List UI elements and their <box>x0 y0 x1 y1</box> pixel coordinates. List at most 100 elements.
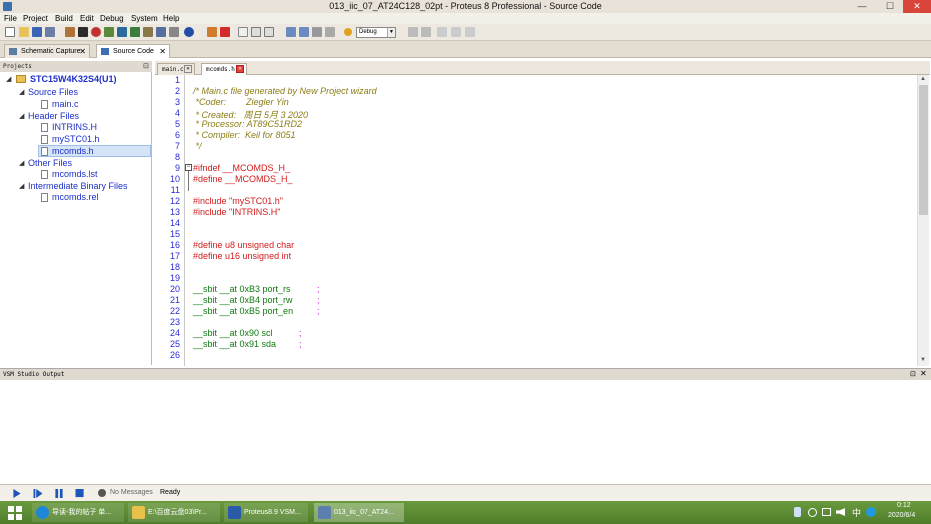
code-line-22[interactable]: __sbit __at 0xB5 port_en <box>193 306 293 316</box>
rebuild-icon[interactable] <box>299 27 309 37</box>
code-line-17[interactable]: #define u16 unsigned int <box>193 251 291 261</box>
project-root[interactable]: STC15W4K32S4(U1) <box>30 74 117 84</box>
design-notes-icon[interactable] <box>169 27 179 37</box>
file-intrins-h[interactable]: INTRINS.H <box>52 122 97 132</box>
step-icon[interactable] <box>33 489 43 498</box>
clock-time[interactable]: 0:12 <box>897 502 911 509</box>
file-main-c[interactable]: main.c <box>52 99 79 109</box>
folder-source-files[interactable]: Source Files <box>28 87 78 97</box>
code-line-3[interactable]: *Coder: Ziegler Yin <box>193 97 289 107</box>
scroll-up-icon[interactable]: ▲ <box>920 76 926 82</box>
collapse-icon[interactable]: ◢ <box>19 182 24 190</box>
tab-source-code[interactable]: Source Code ✕ <box>96 44 170 58</box>
minimize-button[interactable]: — <box>849 0 875 13</box>
close-tab-icon[interactable]: ✕ <box>236 65 244 73</box>
file-mcomds-h[interactable]: mcomds.h <box>52 146 94 156</box>
bom-icon[interactable] <box>156 27 166 37</box>
cut-icon[interactable] <box>437 27 447 37</box>
code-line-6[interactable]: * Compiler: Keil for 8051 <box>193 130 296 140</box>
menu-project[interactable]: Project <box>23 14 48 23</box>
windows-start-icon[interactable] <box>8 506 22 520</box>
fold-toggle-icon[interactable]: − <box>185 164 192 171</box>
ime-indicator[interactable]: 中 <box>852 506 861 519</box>
collapse-icon[interactable]: ◢ <box>19 88 24 96</box>
maximize-button[interactable]: ☐ <box>877 0 903 13</box>
taskbar-item-proteus[interactable]: 013_iic_07_AT24... <box>314 503 404 522</box>
code-line-16[interactable]: #define u8 unsigned char <box>193 240 294 250</box>
add-file-icon[interactable] <box>251 27 261 37</box>
new-document-icon[interactable] <box>238 27 248 37</box>
open-folder-icon[interactable] <box>19 27 29 37</box>
system-tray-icon[interactable] <box>808 508 817 517</box>
network-icon[interactable] <box>822 508 831 516</box>
scroll-down-icon[interactable]: ▼ <box>920 357 926 363</box>
settings-icon[interactable] <box>325 27 335 37</box>
taskbar-item-browser[interactable]: 导读-我的帖子 单... <box>32 503 124 522</box>
stop-simulation-icon[interactable] <box>75 489 85 498</box>
save-all-icon[interactable] <box>45 27 55 37</box>
code-line-21[interactable]: __sbit __at 0xB4 port_rw <box>193 295 293 305</box>
taskbar-item-word[interactable]: Proteus8.9 VSM... <box>224 503 308 522</box>
folder-header-files[interactable]: Header Files <box>28 111 79 121</box>
file-mcomds-rel[interactable]: mcomds.rel <box>52 192 99 202</box>
collapse-icon[interactable]: ◢ <box>6 75 11 83</box>
scrollbar-thumb[interactable] <box>919 85 928 215</box>
tab-main-c[interactable]: main.c ✕ <box>157 63 195 75</box>
close-icon[interactable]: ✕ <box>920 369 927 378</box>
tab-mcomds-h[interactable]: mcomds.h ✕ <box>201 63 247 75</box>
component-icon[interactable] <box>104 27 114 37</box>
gerber-icon[interactable] <box>143 27 153 37</box>
code-line-9[interactable]: #ifndef __MCOMDS_H_ <box>193 163 290 173</box>
menu-help[interactable]: Help <box>163 14 179 23</box>
build-project-icon[interactable] <box>286 27 296 37</box>
collapse-icon[interactable]: ◢ <box>19 112 24 120</box>
close-tab-icon[interactable]: ✕ <box>159 45 166 58</box>
close-tab-icon[interactable]: ✕ <box>79 45 86 58</box>
code-line-2[interactable]: /* Main.c file generated by New Project … <box>193 86 377 96</box>
messages-status[interactable]: No Messages <box>110 489 153 496</box>
taskbar-item-explorer[interactable]: E:\百度云盘03\Pr... <box>128 503 220 522</box>
menu-file[interactable]: File <box>4 14 17 23</box>
chevron-down-icon[interactable]: ▼ <box>387 28 395 37</box>
code-line-20[interactable]: __sbit __at 0xB3 port_rs <box>193 284 291 294</box>
menu-debug[interactable]: Debug <box>100 14 124 23</box>
clock-date[interactable]: 2020/6/4 <box>888 512 915 519</box>
folder-other-files[interactable]: Other Files <box>28 158 72 168</box>
clean-icon[interactable] <box>312 27 322 37</box>
schematic-icon[interactable] <box>78 27 88 37</box>
pause-icon[interactable] <box>54 489 64 498</box>
code-line-7[interactable]: */ <box>193 141 202 151</box>
code-line-10[interactable]: #define __MCOMDS_H_ <box>193 174 293 184</box>
build-config-select[interactable]: Debug ▼ <box>356 27 396 38</box>
save-icon[interactable] <box>32 27 42 37</box>
file-mcomds-lst[interactable]: mcomds.lst <box>52 169 98 179</box>
menu-build[interactable]: Build <box>55 14 73 23</box>
collapse-icon[interactable]: ◢ <box>19 159 24 167</box>
home-icon[interactable] <box>65 27 75 37</box>
editor-scrollbar[interactable]: ▲ ▼ <box>917 75 929 366</box>
code-line-25[interactable]: __sbit __at 0x91 sda <box>193 339 276 349</box>
app-tray-icon[interactable] <box>866 507 876 517</box>
stop-icon[interactable] <box>91 27 101 37</box>
delete-icon[interactable] <box>220 27 230 37</box>
code-line-12[interactable]: #include "mySTC01.h" <box>193 196 283 206</box>
tab-schematic-capture[interactable]: Schematic Capture ✕ <box>4 44 90 58</box>
compile-icon[interactable] <box>117 27 127 37</box>
play-icon[interactable] <box>12 489 22 498</box>
help-icon[interactable] <box>184 27 194 37</box>
volume-icon[interactable] <box>836 508 845 516</box>
code-line-13[interactable]: #include "INTRINS.H" <box>193 207 280 217</box>
file-mystc01-h[interactable]: mySTC01.h <box>52 134 100 144</box>
menu-system[interactable]: System <box>131 14 158 23</box>
close-tab-icon[interactable]: ✕ <box>184 65 192 73</box>
copy-icon[interactable] <box>451 27 461 37</box>
pcb-icon[interactable] <box>130 27 140 37</box>
pin-icon[interactable]: ⊡ <box>143 62 149 70</box>
bluetooth-icon[interactable] <box>794 507 801 517</box>
menu-edit[interactable]: Edit <box>80 14 94 23</box>
folder-intermediate-binary[interactable]: Intermediate Binary Files <box>28 181 128 191</box>
new-file-icon[interactable] <box>5 27 15 37</box>
pin-icon[interactable]: ⊡ <box>910 370 916 378</box>
refresh-icon[interactable] <box>207 27 217 37</box>
redo-icon[interactable] <box>421 27 431 37</box>
